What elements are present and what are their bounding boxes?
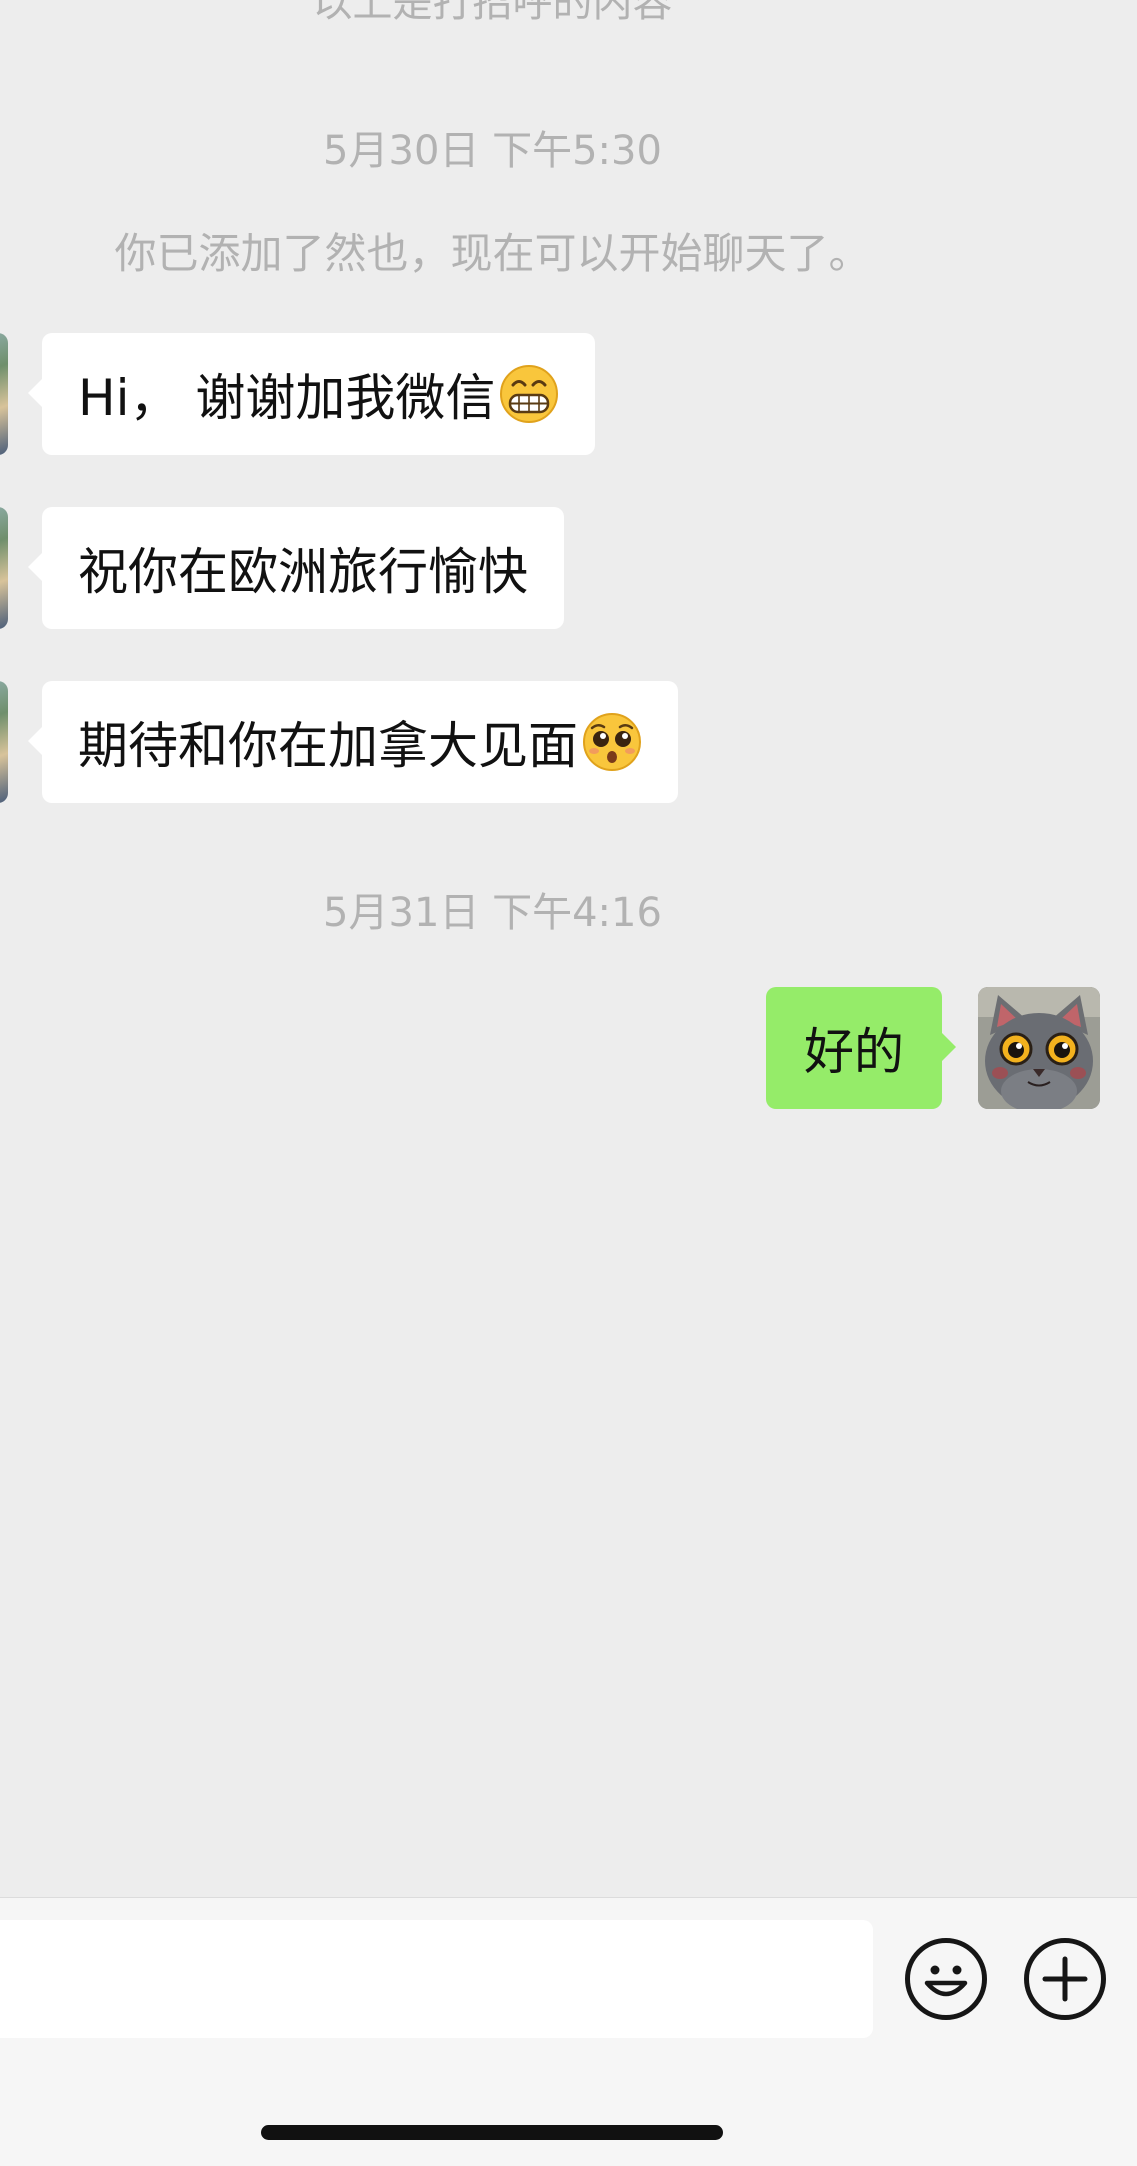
- pleading-face-emoji: [583, 713, 641, 771]
- cat-avatar-image: [978, 987, 1100, 1109]
- more-button[interactable]: [1024, 1938, 1106, 2020]
- message-text: 好的: [804, 1023, 904, 1081]
- timestamp-divider: 5月30日 下午5:30: [323, 128, 662, 174]
- message-text: 祝你在欧洲旅行愉快: [78, 543, 528, 601]
- my-avatar[interactable]: [978, 987, 1100, 1109]
- message-text: Hi， 谢谢加我微信: [78, 369, 496, 427]
- greeting-notice: 以上是打招呼的内容: [312, 0, 673, 26]
- contact-avatar[interactable]: [0, 333, 8, 455]
- home-indicator[interactable]: [261, 2125, 723, 2140]
- emoji-button[interactable]: [905, 1938, 987, 2020]
- chat-message-list[interactable]: 以上是打招呼的内容 5月30日 下午5:30 你已添加了然也，现在可以开始聊天了…: [0, 0, 1137, 1897]
- contact-avatar[interactable]: [0, 681, 8, 803]
- message-text: 期待和你在加拿大见面: [78, 717, 578, 775]
- grinning-face-emoji: [500, 365, 559, 423]
- received-message-bubble[interactable]: 期待和你在加拿大见面: [28, 681, 678, 803]
- timestamp-divider: 5月31日 下午4:16: [323, 890, 662, 936]
- received-message-bubble[interactable]: 祝你在欧洲旅行愉快: [28, 507, 564, 629]
- received-message-bubble[interactable]: Hi， 谢谢加我微信: [27, 333, 596, 455]
- friend-added-notice: 你已添加了然也，现在可以开始聊天了。: [114, 229, 871, 278]
- contact-avatar[interactable]: [0, 507, 8, 629]
- sent-message-bubble[interactable]: 好的: [766, 987, 956, 1109]
- smiley-icon: [924, 1965, 968, 1997]
- message-input[interactable]: [0, 1920, 873, 2038]
- plus-circle-icon: [1042, 1956, 1088, 2002]
